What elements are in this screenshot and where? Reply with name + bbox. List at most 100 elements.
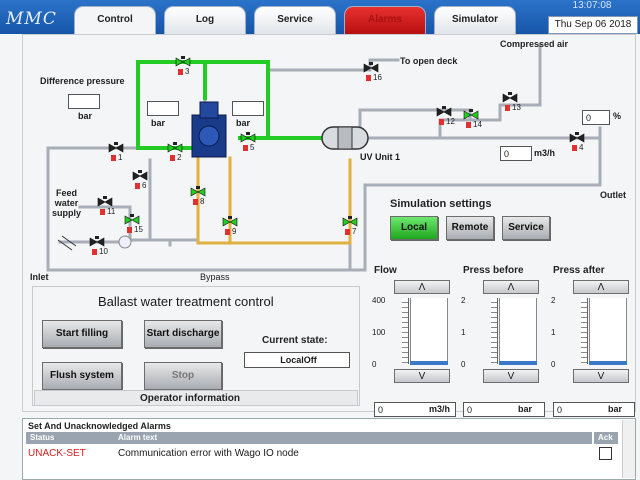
gauge-scale <box>402 298 409 364</box>
local-button[interactable]: Local <box>390 216 438 240</box>
pressure-left-field <box>147 101 179 116</box>
valve-tag: 6 <box>142 181 147 190</box>
gauge-fill <box>589 361 627 365</box>
valve-tag: 10 <box>99 247 108 256</box>
gauge-down-button[interactable]: V <box>573 369 629 383</box>
alarm-col-ack: Ack <box>598 433 613 442</box>
gauge-up-button[interactable]: Λ <box>394 280 450 294</box>
valve-tag: 16 <box>373 73 382 82</box>
uv-unit-icon <box>321 126 369 150</box>
valve-tag: 4 <box>579 143 584 152</box>
gauge-scale <box>491 298 498 364</box>
alarm-ack-checkbox[interactable] <box>599 447 612 460</box>
gauge-title: Press before <box>463 265 524 276</box>
valve-status-icon <box>170 155 175 161</box>
compressed-air-label: Compressed air <box>500 39 569 49</box>
gauge-tick-label: 0 <box>551 360 556 369</box>
valve-tag: 2 <box>177 153 182 162</box>
gauge-down-button[interactable]: V <box>394 369 450 383</box>
feed-water-label: Feed water supply <box>52 188 82 218</box>
current-state-field: LocalOff <box>244 352 350 368</box>
alarm-scrollbar[interactable] <box>622 420 635 478</box>
start-filling-button[interactable]: Start filling <box>42 320 122 348</box>
valve-tag: 7 <box>352 227 357 236</box>
check-valve-icon <box>118 235 132 249</box>
gauge-up-button[interactable]: Λ <box>483 280 539 294</box>
difference-pressure-label: Difference pressure <box>40 76 125 86</box>
filter-icon <box>191 101 227 158</box>
valve-tag: 5 <box>250 143 255 152</box>
valve-status-icon <box>572 145 577 151</box>
remote-button[interactable]: Remote <box>446 216 494 240</box>
gauge-unit: m3/h <box>429 404 451 414</box>
current-state-label: Current state: <box>262 335 328 346</box>
flow-unit: m3/h <box>534 148 556 158</box>
gauge-tick-label: 2 <box>551 296 556 305</box>
gauge-tick-label: 400 <box>372 296 386 305</box>
valve-status-icon <box>111 155 116 161</box>
valve-tag: 3 <box>185 67 190 76</box>
valve-tag: 9 <box>232 227 237 236</box>
flush-system-button[interactable]: Flush system <box>42 362 122 390</box>
alarm-row-text: Communication error with Wago IO node <box>118 448 299 459</box>
valve-status-icon <box>92 249 97 255</box>
control-title: Ballast water treatment control <box>98 294 274 309</box>
gauge-tick-label: 2 <box>461 296 466 305</box>
gauge-value-field: 0 <box>463 402 545 417</box>
service-button[interactable]: Service <box>502 216 550 240</box>
valve-status-icon <box>345 229 350 235</box>
diff-pressure-unit: bar <box>78 111 93 121</box>
gauge-title: Press after <box>553 265 605 276</box>
valve-tag: 8 <box>200 197 205 206</box>
open-deck-label: To open deck <box>400 56 458 66</box>
alarm-row-status: UNACK-SET <box>28 448 86 459</box>
gauge-title: Flow <box>374 265 397 276</box>
pressure-left-unit: bar <box>151 118 166 128</box>
valve-tag: 1 <box>118 153 123 162</box>
start-discharge-button[interactable]: Start discharge <box>144 320 222 348</box>
valve-tag: 14 <box>473 120 482 129</box>
percent-field: 0 <box>582 110 610 125</box>
valve-status-icon <box>466 122 471 128</box>
alarm-col-status: Status <box>30 433 55 442</box>
bypass-pipe <box>148 158 200 242</box>
inlet-label: Inlet <box>30 272 49 282</box>
gauge-bar <box>499 298 537 364</box>
gauge-value-field: 0 <box>553 402 635 417</box>
valve-status-icon <box>439 119 444 125</box>
gauge-unit: bar <box>518 404 533 414</box>
uv-unit-label: UV Unit 1 <box>360 152 401 162</box>
diff-pressure-field <box>68 94 100 109</box>
valve-status-icon <box>135 183 140 189</box>
bypass-label: Bypass <box>200 272 230 282</box>
pressure-right-field <box>232 101 264 116</box>
flow-field: 0 <box>500 146 532 161</box>
gauge-down-button[interactable]: V <box>483 369 539 383</box>
valve-status-icon <box>178 69 183 75</box>
valve-status-icon <box>366 75 371 81</box>
valve-tag: 13 <box>512 103 521 112</box>
gauge-tick-label: 0 <box>461 360 466 369</box>
valve-tag: 15 <box>134 225 143 234</box>
operator-info-label: Operator information <box>140 393 241 404</box>
yellow-pipe <box>196 156 352 245</box>
valve-status-icon <box>225 229 230 235</box>
simulation-title: Simulation settings <box>390 198 492 210</box>
gauge-tick-label: 1 <box>551 328 556 337</box>
gauge-fill <box>410 361 448 365</box>
gauge-tick-label: 0 <box>372 360 377 369</box>
gauge-up-button[interactable]: Λ <box>573 280 629 294</box>
valve-status-icon <box>100 209 105 215</box>
valve-tag: 11 <box>107 207 116 216</box>
valve-tag: 12 <box>446 117 455 126</box>
valve-status-icon <box>505 105 510 111</box>
alarm-panel-title: Set And Unacknowledged Alarms <box>28 421 171 431</box>
alarm-header <box>26 432 592 444</box>
gauge-tick-label: 1 <box>461 328 466 337</box>
gauge-bar <box>410 298 448 364</box>
stop-button[interactable]: Stop <box>144 362 222 390</box>
percent-unit: % <box>613 111 622 121</box>
gauge-fill <box>499 361 537 365</box>
gauge-unit: bar <box>608 404 623 414</box>
valve-status-icon <box>127 227 132 233</box>
